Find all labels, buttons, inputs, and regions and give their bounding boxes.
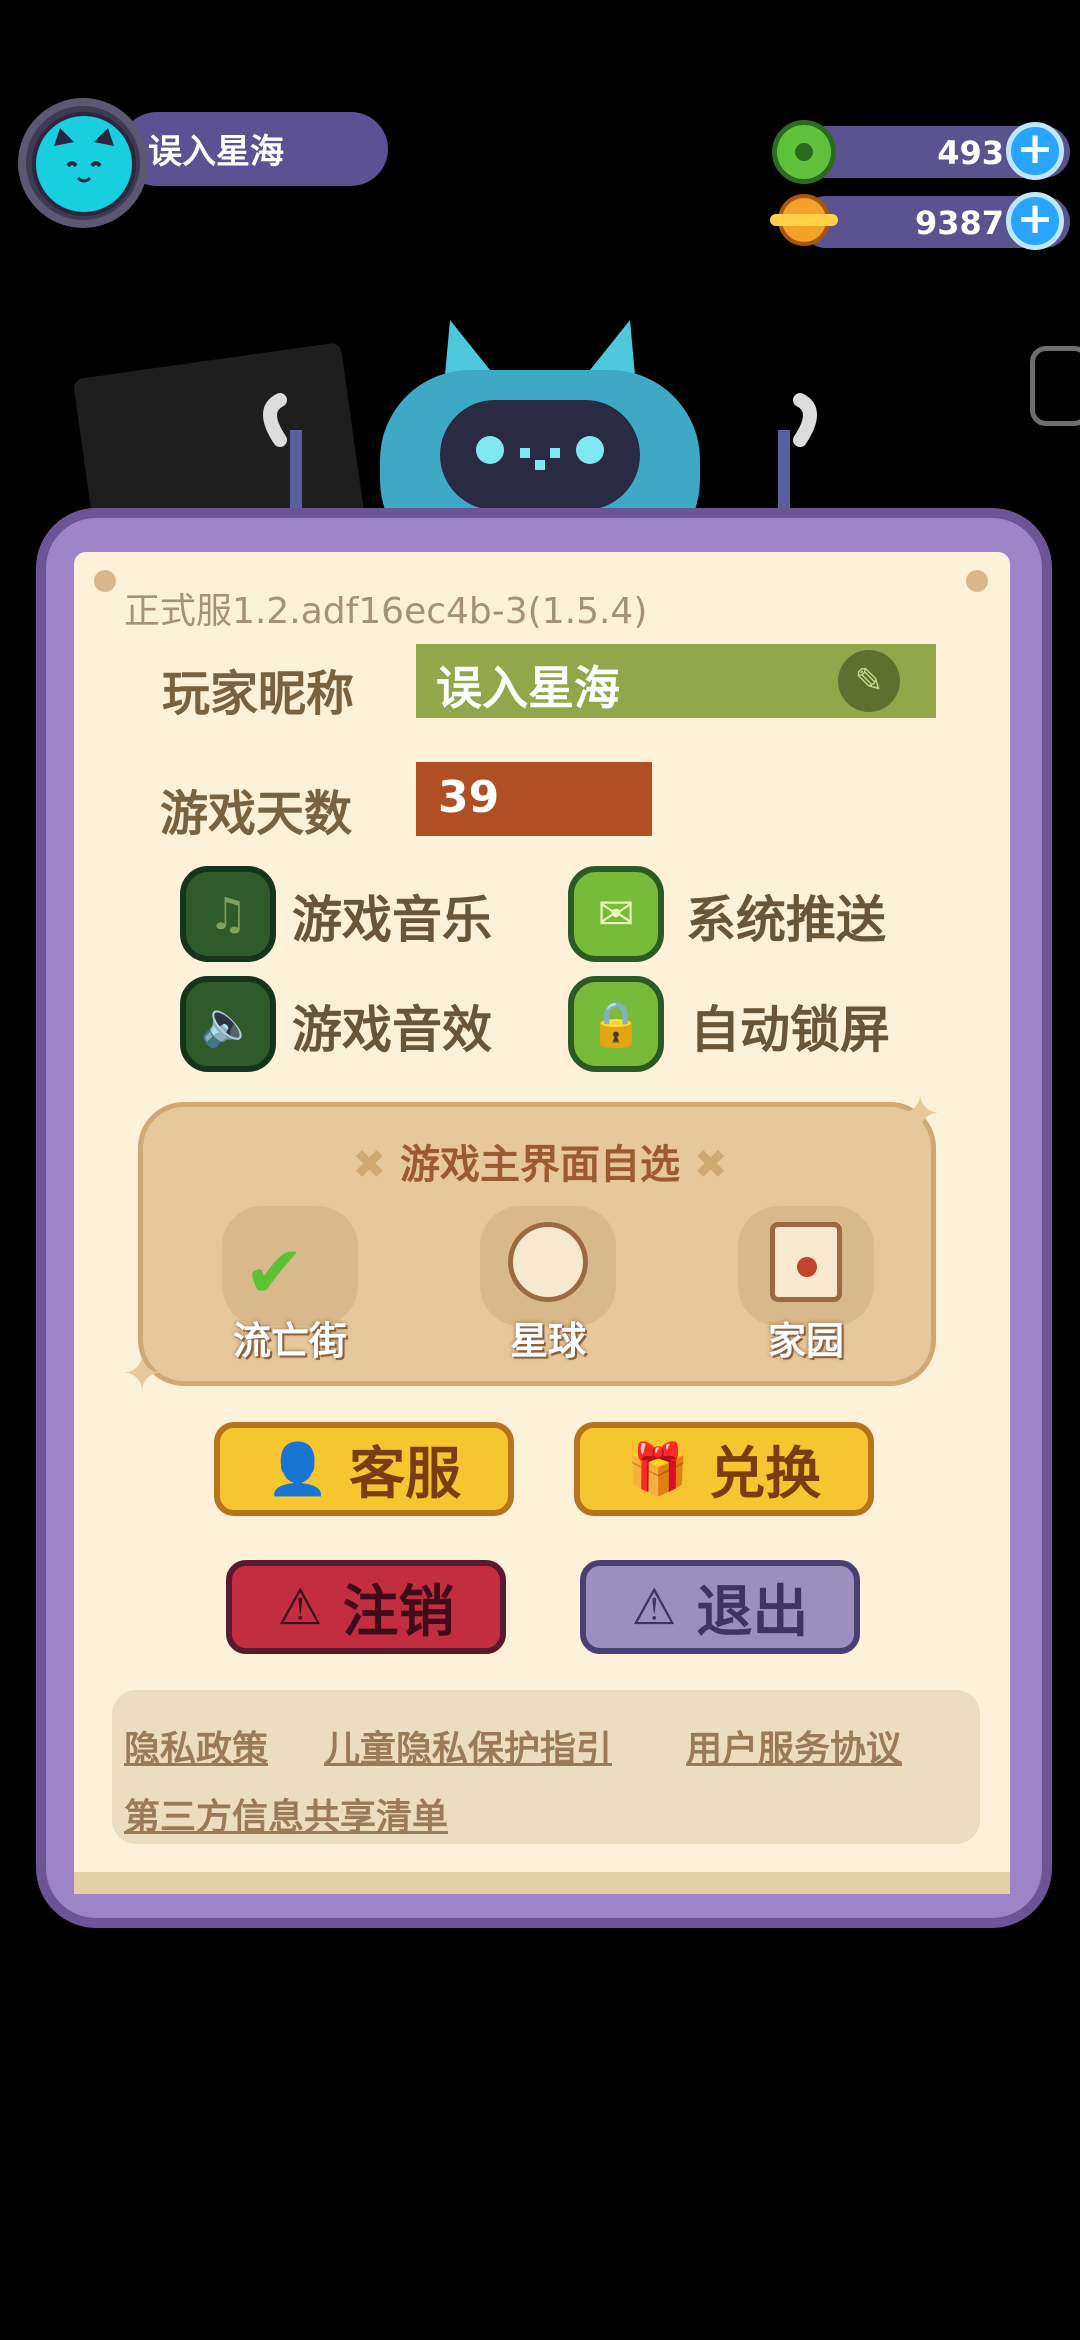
privacy-policy-link[interactable]: 隐私政策 xyxy=(124,1720,268,1772)
days-value: 39 xyxy=(438,772,500,823)
toggle-sfx-label[interactable]: 游戏音效 xyxy=(292,990,492,1062)
warning-icon: ⚠ xyxy=(631,1578,677,1636)
theme-title: ✖ 游戏主界面自选 ✖ xyxy=(352,1142,728,1188)
coin-currency-amount: 9387 xyxy=(914,204,1004,242)
gift-icon: 🎁 xyxy=(626,1439,690,1498)
envelope-icon[interactable]: ✉ xyxy=(568,866,664,962)
logout-button[interactable]: ⚠ 注销 xyxy=(226,1560,506,1654)
speaker-icon[interactable]: 🔈 xyxy=(180,976,276,1072)
toggle-push-label[interactable]: 系统推送 xyxy=(686,880,886,952)
toggle-lock-label[interactable]: 自动锁屏 xyxy=(690,990,890,1062)
house-icon xyxy=(770,1222,842,1302)
theme-label-street: 流亡街 xyxy=(232,1319,347,1363)
profile-name: 误入星海 xyxy=(148,132,284,172)
robot-cat-mascot-icon xyxy=(263,320,817,540)
pin-dot xyxy=(94,570,116,592)
person-icon: 👤 xyxy=(266,1439,330,1498)
music-note-icon[interactable]: ♫ xyxy=(180,866,276,962)
nickname-label: 玩家昵称 xyxy=(162,666,355,722)
theme-label-planet: 星球 xyxy=(509,1319,586,1363)
redeem-button[interactable]: 🎁 兑换 xyxy=(574,1422,874,1516)
theme-label-home: 家园 xyxy=(767,1319,844,1363)
nickname-value: 误入星海 xyxy=(436,661,620,715)
customer-service-button[interactable]: 👤 客服 xyxy=(214,1422,514,1516)
terms-link[interactable]: 用户服务协议 xyxy=(686,1720,902,1772)
lock-icon[interactable]: 🔒 xyxy=(568,976,664,1072)
version-text: 正式服1.2.adf16ec4b-3(1.5.4) xyxy=(124,591,648,632)
exit-button[interactable]: ⚠ 退出 xyxy=(580,1560,860,1654)
add-coin-button[interactable]: + xyxy=(1006,192,1064,250)
paper-edge xyxy=(74,1872,1010,1894)
side-scissors-icon[interactable] xyxy=(1030,346,1080,426)
planet-icon xyxy=(508,1222,588,1302)
avatar[interactable] xyxy=(32,112,136,216)
warning-icon: ⚠ xyxy=(277,1578,323,1636)
days-label: 游戏天数 xyxy=(160,786,353,842)
cross-decoration-icon: ✖ xyxy=(352,1142,400,1188)
third-party-link[interactable]: 第三方信息共享清单 xyxy=(124,1788,448,1840)
edit-nickname-icon[interactable]: ✎ xyxy=(838,650,900,712)
cross-decoration-icon: ✖ xyxy=(680,1142,728,1188)
checkmark-icon: ✔ xyxy=(244,1230,305,1314)
cat-face-icon xyxy=(50,128,118,198)
toggle-music-label[interactable]: 游戏音乐 xyxy=(292,880,492,952)
child-privacy-link[interactable]: 儿童隐私保护指引 xyxy=(324,1720,612,1772)
green-currency-amount: 493 xyxy=(937,134,1004,172)
sparkle-icon: ✦ xyxy=(122,1346,163,1402)
pin-dot xyxy=(966,570,988,592)
add-green-currency-button[interactable]: + xyxy=(1006,122,1064,180)
